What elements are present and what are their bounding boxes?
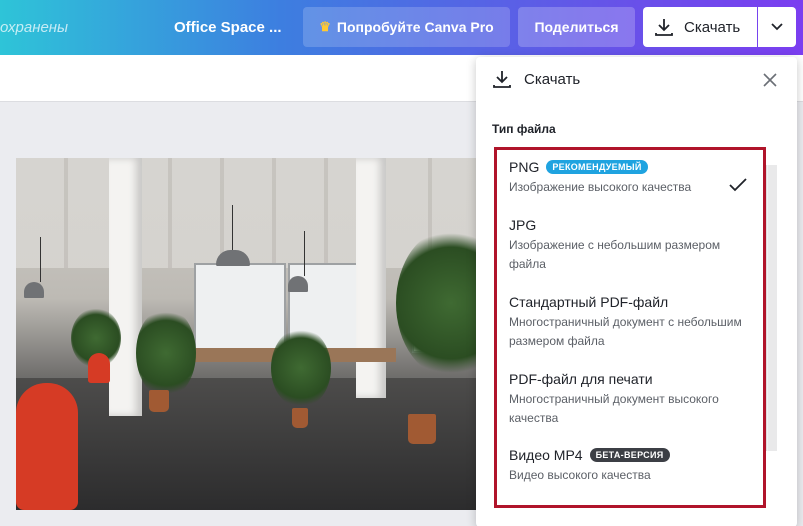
photo-plant xyxy=(271,328,331,408)
option-description: Видео высокого качества xyxy=(509,468,651,482)
photo-plant xyxy=(136,308,196,398)
recommended-badge: РЕКОМЕНДУЕМЫЙ xyxy=(546,160,648,174)
photo-pot xyxy=(149,390,169,412)
panel-scrollbar[interactable] xyxy=(766,165,777,451)
file-type-dropdown: PNG РЕКОМЕНДУЕМЫЙ Изображение высокого к… xyxy=(494,147,766,508)
option-description: Изображение с небольшим размером файла xyxy=(509,238,721,271)
share-button[interactable]: Поделиться xyxy=(518,7,635,47)
photo-chair xyxy=(88,353,110,383)
photo-window xyxy=(194,263,286,353)
option-description: Многостраничный документ с небольшим раз… xyxy=(509,315,742,348)
file-type-label: Тип файла xyxy=(492,122,556,136)
beta-badge: БЕТА-ВЕРСИЯ xyxy=(589,448,670,462)
try-canva-pro-button[interactable]: ♛ Попробуйте Canva Pro xyxy=(303,7,510,47)
file-type-option-pdf-standard[interactable]: Стандартный PDF-файл Многостраничный док… xyxy=(509,294,751,351)
photo-pot xyxy=(408,414,436,444)
photo-pillar xyxy=(356,158,386,398)
save-status: охранены xyxy=(0,19,69,36)
file-type-option-jpg[interactable]: JPG Изображение с небольшим размером фай… xyxy=(509,217,751,274)
option-title: Стандартный PDF-файл xyxy=(509,294,669,310)
share-label: Поделиться xyxy=(534,19,619,35)
option-title: PNG xyxy=(509,159,540,175)
option-title: PDF-файл для печати xyxy=(509,371,653,387)
option-title: JPG xyxy=(509,217,537,233)
download-label: Скачать xyxy=(684,18,741,36)
file-type-option-pdf-print[interactable]: PDF-файл для печати Многостраничный доку… xyxy=(509,371,751,428)
panel-scrollbar-thumb[interactable] xyxy=(768,165,777,451)
option-description: Многостраничный документ высокого качест… xyxy=(509,392,719,425)
photo-pillar xyxy=(109,158,142,416)
close-icon[interactable] xyxy=(761,71,779,89)
chevron-down-icon xyxy=(771,23,783,31)
download-icon xyxy=(493,71,511,88)
photo-lamp xyxy=(24,237,44,298)
download-options-toggle[interactable] xyxy=(758,7,796,47)
download-panel-title: Скачать xyxy=(524,70,581,88)
file-type-option-png[interactable]: PNG РЕКОМЕНДУЕМЫЙ Изображение высокого к… xyxy=(509,159,751,197)
try-canva-pro-label: Попробуйте Canva Pro xyxy=(336,19,494,35)
option-title: Видео MP4 xyxy=(509,447,583,463)
download-button[interactable]: Скачать xyxy=(643,7,757,47)
crown-icon: ♛ xyxy=(319,19,331,34)
file-type-option-mp4[interactable]: Видео MP4 БЕТА-ВЕРСИЯ Видео высокого кач… xyxy=(509,447,751,485)
photo-chair xyxy=(16,383,78,510)
document-title[interactable]: Office Space ... xyxy=(174,19,282,36)
download-panel-header: Скачать xyxy=(492,69,580,89)
check-icon xyxy=(729,178,747,192)
photo-pot xyxy=(292,408,308,428)
photo-lamp xyxy=(216,205,250,266)
photo-lamp xyxy=(288,231,308,292)
download-icon xyxy=(655,19,673,36)
option-description: Изображение высокого качества xyxy=(509,180,692,194)
editor-header: охранены Office Space ... ♛ Попробуйте C… xyxy=(0,0,803,55)
